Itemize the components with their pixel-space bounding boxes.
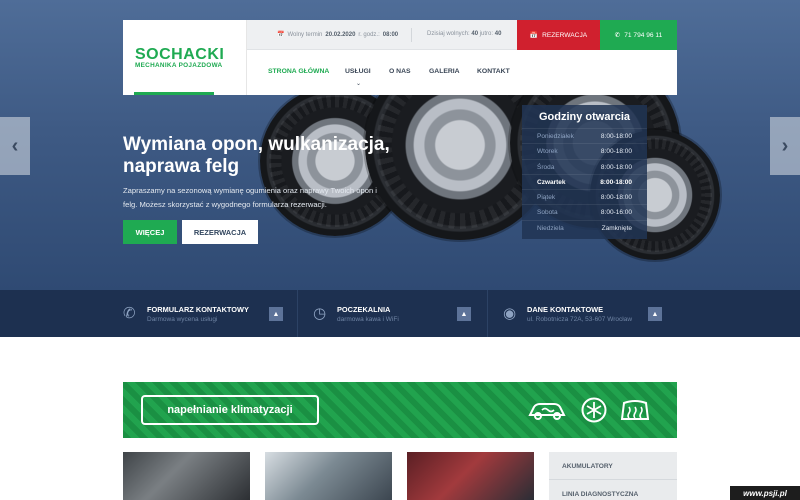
ac-refill-banner[interactable]: napełnianie klimatyzacji (123, 382, 677, 438)
info-subtitle: Darmowa wycena usługi (147, 316, 218, 323)
free-slot-info: 📅 Wolny termin 20.02.2020 r. godz.: 08:0… (277, 31, 399, 39)
nav-contact[interactable]: KONTAKT (477, 68, 510, 75)
phone-number: 71 794 96 11 (624, 31, 663, 39)
nav-active-indicator (134, 92, 214, 95)
nav-services[interactable]: USŁUGI (345, 68, 371, 75)
ac-refill-button[interactable]: napełnianie klimatyzacji (141, 395, 319, 425)
opening-hours-title: Godziny otwarcia (538, 111, 631, 123)
calendar-icon: 📅 (529, 32, 539, 39)
free-count-tomorrow: 40 (494, 31, 502, 37)
slider-next-button[interactable]: › (770, 117, 800, 175)
phone-icon: ✆ (123, 305, 136, 322)
watermark: www.psji.pl (730, 486, 800, 500)
hours-time: 8:00-18:00 (600, 194, 632, 202)
hours-time: 8:00-18:00 (600, 178, 632, 186)
hours-row: Poniedziałek 8:00-18:00 (522, 128, 647, 143)
nav-home[interactable]: STRONA GŁÓWNA (268, 68, 329, 75)
hours-time: 8:00-18:00 (600, 133, 632, 140)
hours-day: Niedziela (537, 224, 564, 232)
hours-time: 8:00-16:00 (600, 209, 632, 217)
reservation-button[interactable]: 📅 REZERWACJA (517, 20, 600, 50)
calendar-icon: 📅 (277, 32, 285, 38)
free-slot-label: Wolny termin (287, 31, 323, 38)
car-air-icon (528, 403, 566, 420)
more-button[interactable]: WIĘCEJ (123, 220, 177, 244)
hours-row: Wtorek 8:00-18:00 (522, 143, 647, 158)
info-waiting-room[interactable]: ◷ POCZEKALNIA darmowa kawa i WiFi ▲ (313, 290, 473, 337)
clock-icon: ◷ (313, 305, 327, 322)
info-divider (297, 290, 298, 337)
info-title: FORMULARZ KONTAKTOWY (147, 305, 249, 314)
info-title: POCZEKALNIA (337, 305, 391, 314)
site-header: SOCHACKI MECHANIKA POJAZDOWA 📅 Wolny ter… (123, 20, 677, 95)
service-thumbnail-car-interior[interactable] (265, 452, 392, 500)
hours-row: Środa 8:00-18:00 (522, 158, 647, 174)
hours-time: 8:00-18:00 (600, 148, 632, 156)
hours-day: Środa (537, 163, 555, 171)
defrost-icon (620, 400, 650, 420)
hours-day: Piątek (537, 194, 556, 202)
free-slot-time: 08:00 (382, 31, 399, 38)
free-count-today: 40 (471, 31, 479, 37)
snowflake-icon (581, 397, 607, 423)
nav-gallery[interactable]: GALERIA (429, 68, 460, 75)
hours-day: Czwartek (537, 178, 566, 186)
free-count-label: Dzisiaj wolnych: (427, 31, 470, 37)
chevron-down-icon[interactable]: ⌄ (356, 80, 361, 87)
map-pin-icon: ◉ (503, 305, 517, 322)
reservation-label: REZERWACJA (542, 31, 588, 39)
info-contact-form[interactable]: ✆ FORMULARZ KONTAKTOWY Darmowa wycena us… (123, 290, 283, 337)
info-bar: ✆ FORMULARZ KONTAKTOWY Darmowa wycena us… (0, 290, 800, 337)
free-slot-date: 20.02.2020 (325, 31, 356, 38)
main-nav: STRONA GŁÓWNA USŁUGI O NAS GALERIA KONTA… (247, 50, 677, 95)
hours-row: Sobota 8:00-16:00 (522, 204, 647, 219)
info-subtitle: ul. Robotnicza 72A, 53-607 Wrocław (527, 316, 633, 323)
sidebar-item-batteries[interactable]: AKUMULATORY (549, 452, 677, 480)
phone-icon: ✆ (614, 32, 621, 39)
services-sidebar: AKUMULATORY LINIA DIAGNOSTYCZNA (549, 452, 677, 500)
hours-row: Niedziela Zamknięte (522, 219, 647, 235)
hours-row: Czwartek 8:00-18:00 (522, 173, 647, 189)
opening-hours-panel: Godziny otwarcia Poniedziałek 8:00-18:00 W… (522, 105, 647, 239)
nav-about[interactable]: O NAS (389, 68, 411, 75)
hours-row: Piątek 8:00-18:00 (522, 189, 647, 204)
info-subtitle: darmowa kawa i WiFi (337, 316, 399, 323)
service-thumbnail-mechanic[interactable] (123, 452, 250, 500)
logo-tagline: MECHANIKA POJAZDOWA (135, 62, 223, 69)
info-contact-details[interactable]: ◉ DANE KONTAKTOWE ul. Robotnicza 72A, 53… (503, 290, 663, 337)
chevron-up-icon[interactable]: ▲ (457, 307, 471, 321)
sidebar-item-diagnostics[interactable]: LINIA DIAGNOSTYCZNA (549, 480, 677, 500)
chevron-left-icon: ‹ (11, 134, 19, 157)
hours-time: 8:00-18:00 (600, 163, 632, 171)
chevron-up-icon[interactable]: ▲ (269, 307, 283, 321)
phone-button[interactable]: ✆ 71 794 96 11 (600, 20, 677, 50)
free-count-info: Dzisiaj wolnych: 40 jutro: 40 (427, 31, 501, 37)
free-slot-time-label: r. godz.: (358, 31, 380, 38)
hours-day: Sobota (537, 209, 558, 217)
hero-description: Zapraszamy na sezonową wymianę ogumienia… (123, 186, 377, 209)
hero-title: Wymiana opon, wulkanizacja, naprawa felg (123, 134, 390, 177)
topbar-divider (411, 28, 412, 42)
info-divider (487, 290, 488, 337)
chevron-right-icon: › (781, 134, 789, 157)
hours-day: Wtorek (537, 148, 558, 156)
chevron-up-icon[interactable]: ▲ (648, 307, 662, 321)
hero-reservation-button[interactable]: REZERWACJA (182, 220, 258, 244)
hours-time: Zamknięte (601, 224, 632, 232)
slider-prev-button[interactable]: ‹ (0, 117, 30, 175)
logo[interactable]: SOCHACKI MECHANIKA POJAZDOWA (123, 20, 247, 95)
service-thumbnail-wheel[interactable] (407, 452, 534, 500)
free-count-tomorrow-label: jutro: (479, 31, 494, 37)
hours-day: Poniedziałek (537, 133, 574, 140)
info-title: DANE KONTAKTOWE (527, 305, 604, 314)
